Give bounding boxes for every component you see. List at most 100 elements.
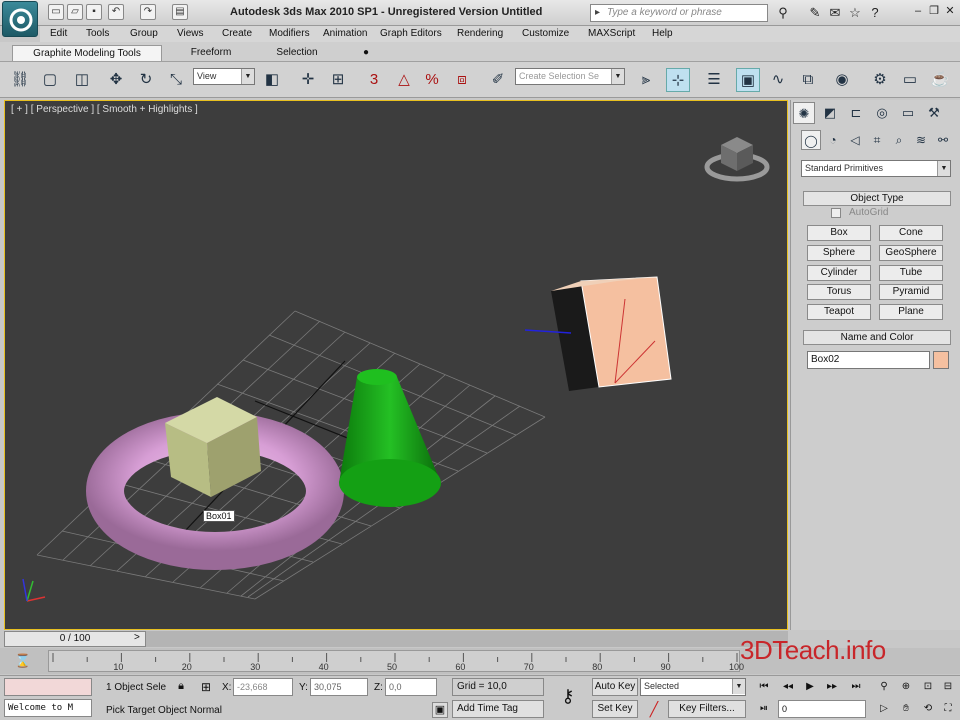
tab-graphite-modeling-tools[interactable]: Graphite Modeling Tools <box>12 45 162 61</box>
orbit-icon[interactable]: ⟲ <box>918 700 938 718</box>
communication-icon[interactable]: ✉ <box>826 4 844 22</box>
shapes-category-icon[interactable]: ◔ <box>823 130 843 150</box>
menu-group[interactable]: Group <box>130 28 158 39</box>
maxscript-listener-text[interactable]: Welcome to M <box>4 699 92 717</box>
menu-edit[interactable]: Edit <box>50 28 67 39</box>
binoculars-icon[interactable]: ⚲ <box>774 4 792 22</box>
modify-panel-tab-icon[interactable]: ◩ <box>819 102 841 124</box>
redo-icon[interactable]: ↷ <box>140 4 156 20</box>
close-icon[interactable]: ✕ <box>944 4 956 18</box>
perspective-viewport[interactable]: [ + ] [ Perspective ] [ Smooth + Highlig… <box>4 100 788 630</box>
object-type-rollout-header[interactable]: Object Type <box>803 191 951 206</box>
teapot-button[interactable]: Teapot <box>807 304 871 320</box>
zoom-all-icon[interactable]: ⊕ <box>896 678 916 696</box>
window-crossing-icon[interactable]: ◫ <box>70 68 94 92</box>
viewcube-icon[interactable] <box>704 137 770 182</box>
search-input[interactable]: Type a keyword or phrase <box>590 4 768 22</box>
name-and-color-rollout-header[interactable]: Name and Color <box>803 330 951 345</box>
auto-key-button[interactable]: Auto Key <box>592 678 638 696</box>
autogrid-checkbox[interactable] <box>831 208 841 218</box>
save-icon[interactable]: ▪ <box>86 4 102 20</box>
viewport-label[interactable]: [ + ] [ Perspective ] [ Smooth + Highlig… <box>11 104 198 115</box>
object-color-swatch[interactable] <box>933 351 949 369</box>
key-filters-button[interactable]: Key Filters... <box>668 700 746 718</box>
cone-button[interactable]: Cone <box>879 225 943 241</box>
rendered-frame-window-icon[interactable]: ▭ <box>898 68 922 92</box>
box02-object[interactable] <box>524 276 672 391</box>
key-mode-toggle-icon[interactable]: ⏯ <box>754 700 774 718</box>
y-coordinate-input[interactable]: 30,075 <box>310 678 368 696</box>
menu-create[interactable]: Create <box>222 28 252 39</box>
snaps-toggle-icon[interactable]: 3 <box>362 68 386 92</box>
menu-views[interactable]: Views <box>177 28 204 39</box>
helpers-category-icon[interactable]: ⌕ <box>889 130 909 150</box>
open-file-icon[interactable]: ▱ <box>67 4 83 20</box>
box01-object[interactable] <box>165 397 261 497</box>
menu-modifiers[interactable]: Modifiers <box>269 28 310 39</box>
render-setup-icon[interactable]: ⚙ <box>868 68 892 92</box>
menu-tools[interactable]: Tools <box>86 28 109 39</box>
maxscript-listener-mini[interactable] <box>4 678 92 696</box>
select-rotate-icon[interactable]: ↻ <box>134 68 158 92</box>
sphere-button[interactable]: Sphere <box>807 245 871 261</box>
application-menu-button[interactable] <box>2 1 38 37</box>
previous-frame-icon[interactable]: ◂◂ <box>778 678 798 696</box>
percent-snap-icon[interactable]: % <box>420 68 444 92</box>
next-frame-icon[interactable]: ▸▸ <box>822 678 842 696</box>
primitive-category-dropdown[interactable]: Standard Primitives <box>801 160 951 177</box>
mirror-icon[interactable]: ⫸ <box>634 68 658 92</box>
tab-freeform[interactable]: Freeform <box>176 45 246 61</box>
schematic-view-icon[interactable]: ⧉ <box>796 68 820 92</box>
menu-animation[interactable]: Animation <box>323 28 367 39</box>
ribbon-toggle-icon[interactable]: ● <box>356 45 376 61</box>
reference-coordinate-dropdown[interactable]: View <box>193 68 255 85</box>
keyboard-shortcut-override-icon[interactable]: ⊞ <box>326 68 350 92</box>
x-coordinate-input[interactable]: -23,668 <box>233 678 293 696</box>
track-bar-ruler[interactable]: 10 20 30 40 50 60 70 80 90 100 <box>48 650 744 672</box>
edit-named-selection-icon[interactable]: ✐ <box>486 68 510 92</box>
spacewarps-category-icon[interactable]: ≋ <box>911 130 931 150</box>
graphite-toggle-icon[interactable]: ▣ <box>736 68 760 92</box>
motion-panel-tab-icon[interactable]: ◎ <box>871 102 893 124</box>
mini-curve-editor-icon[interactable]: ⌛ <box>12 652 34 670</box>
key-mode-dropdown[interactable]: Selected <box>640 678 746 696</box>
selection-lock-icon[interactable]: 🔒︎ <box>174 680 188 694</box>
zoom-icon[interactable]: ⚲ <box>874 678 894 696</box>
utilities-panel-tab-icon[interactable]: ⚒ <box>923 102 945 124</box>
time-slider-next-icon[interactable]: > <box>134 632 140 643</box>
add-time-tag-button[interactable]: Add Time Tag <box>452 700 544 718</box>
select-link-icon[interactable]: ⛓ <box>8 68 32 92</box>
plane-button[interactable]: Plane <box>879 304 943 320</box>
help-icon[interactable]: ? <box>866 4 884 22</box>
restore-icon[interactable]: ❐ <box>928 4 940 18</box>
cameras-category-icon[interactable]: ⌗ <box>867 130 887 150</box>
select-manipulate-icon[interactable]: ✛ <box>296 68 320 92</box>
set-key-button[interactable]: Set Key <box>592 700 638 718</box>
favorites-star-icon[interactable]: ☆ <box>846 4 864 22</box>
go-to-end-icon[interactable]: ⏭ <box>846 678 866 696</box>
pyramid-button[interactable]: Pyramid <box>879 284 943 300</box>
zoom-extents-icon[interactable]: ⊡ <box>918 678 938 696</box>
menu-rendering[interactable]: Rendering <box>457 28 503 39</box>
tab-selection[interactable]: Selection <box>262 45 332 61</box>
select-scale-icon[interactable]: ⤡ <box>164 68 188 92</box>
menu-help[interactable]: Help <box>652 28 673 39</box>
field-of-view-icon[interactable]: ▷ <box>874 700 894 718</box>
cylinder-button[interactable]: Cylinder <box>807 265 871 281</box>
project-folder-icon[interactable]: ▤ <box>172 4 188 20</box>
object-name-input[interactable]: Box02 <box>807 351 930 369</box>
angle-snap-icon[interactable]: △ <box>392 68 416 92</box>
subscription-icon[interactable]: ✎ <box>806 4 824 22</box>
new-file-icon[interactable]: ▭ <box>48 4 64 20</box>
time-slider[interactable]: 0 / 100 > <box>4 631 788 647</box>
menu-customize[interactable]: Customize <box>522 28 569 39</box>
undo-icon[interactable]: ↶ <box>108 4 124 20</box>
create-panel-tab-icon[interactable]: ✺ <box>793 102 815 124</box>
go-to-start-icon[interactable]: ⏮ <box>754 678 774 696</box>
set-key-mode-icon[interactable]: ⚷ <box>552 684 584 708</box>
play-icon[interactable]: ▶ <box>800 678 820 696</box>
torus-button[interactable]: Torus <box>807 284 871 300</box>
current-frame-input[interactable]: 0 <box>778 700 866 718</box>
time-slider-thumb[interactable]: 0 / 100 <box>4 631 146 647</box>
box-button[interactable]: Box <box>807 225 871 241</box>
